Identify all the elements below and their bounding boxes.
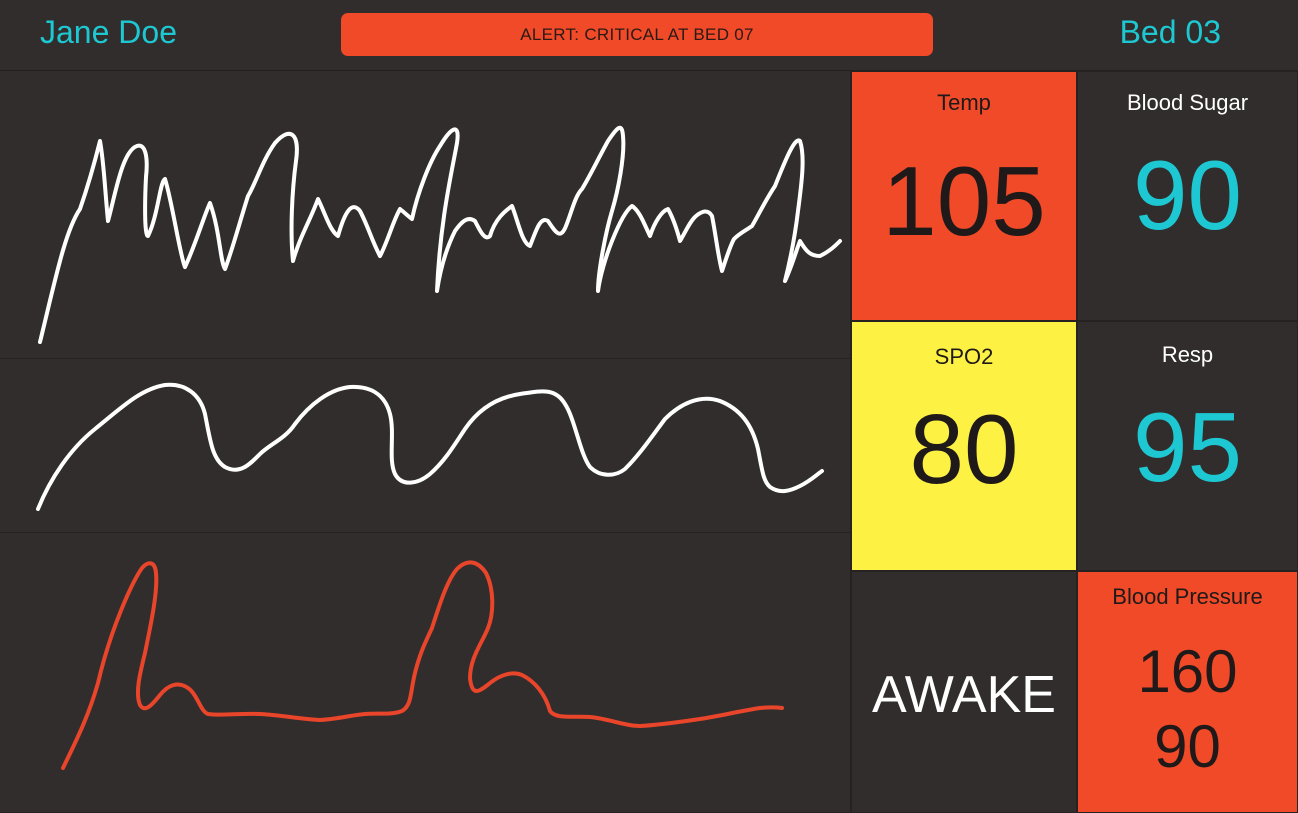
spo2-label: SPO2 xyxy=(934,344,994,369)
blood-sugar-label: Blood Sugar xyxy=(1126,90,1249,115)
blood-sugar-value: 90 xyxy=(1132,140,1242,250)
patient-state-value: AWAKE xyxy=(872,666,1056,724)
waveform-panel-1 xyxy=(0,71,851,359)
bed-label[interactable]: Bed 03 xyxy=(1120,14,1221,51)
temp-value: 105 xyxy=(882,146,1046,256)
critical-alert-banner[interactable]: ALERT: CRITICAL AT BED 07 xyxy=(341,13,933,56)
waveform-1 xyxy=(38,125,842,344)
temp-tile[interactable]: Temp 105 xyxy=(851,71,1077,321)
resp-value: 95 xyxy=(1132,392,1242,502)
blood-pressure-tile[interactable]: Blood Pressure 160 90 xyxy=(1077,571,1298,813)
patient-state-tile[interactable]: AWAKE xyxy=(851,571,1077,813)
waveform-panel-3 xyxy=(0,533,851,813)
resp-tile[interactable]: Resp 95 xyxy=(1077,321,1298,571)
blood-pressure-systolic: 160 xyxy=(1137,638,1238,705)
header-bar: Jane Doe ALERT: CRITICAL AT BED 07 Bed 0… xyxy=(0,0,1298,71)
waveform-2-trace xyxy=(36,382,824,511)
blood-pressure-diastolic: 90 xyxy=(1154,713,1221,780)
waveform-3-trace xyxy=(61,560,784,770)
spo2-value: 80 xyxy=(909,394,1019,504)
blood-pressure-label: Blood Pressure xyxy=(1112,584,1263,609)
monitor-screen: Jane Doe ALERT: CRITICAL AT BED 07 Bed 0… xyxy=(0,0,1298,813)
temp-label: Temp xyxy=(937,90,991,115)
waveform-panel-2 xyxy=(0,359,851,533)
waveform-3 xyxy=(61,560,784,770)
resp-label: Resp xyxy=(1161,342,1214,367)
blood-sugar-tile[interactable]: Blood Sugar 90 xyxy=(1077,71,1298,321)
spo2-tile[interactable]: SPO2 80 xyxy=(851,321,1077,571)
waveform-2 xyxy=(36,382,824,511)
waveform-1-trace xyxy=(38,125,842,344)
patient-name[interactable]: Jane Doe xyxy=(40,14,177,51)
